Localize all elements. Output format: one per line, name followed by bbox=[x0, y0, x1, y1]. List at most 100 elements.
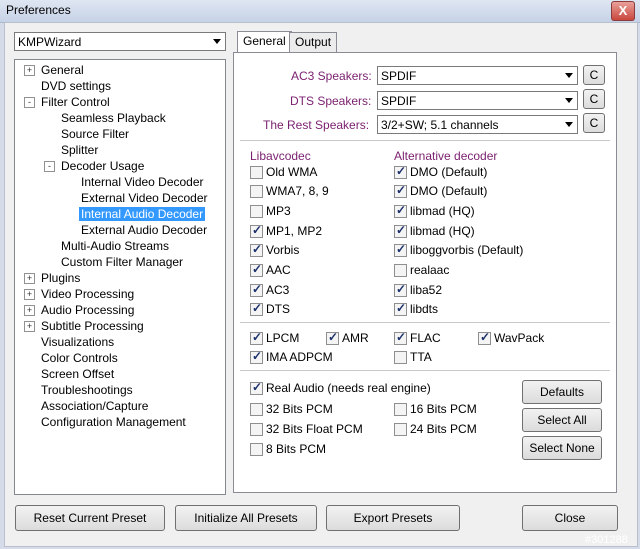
checkbox-box[interactable] bbox=[250, 380, 263, 395]
defaults-button[interactable]: Defaults bbox=[522, 380, 602, 404]
checkbox-label: 32 Bits PCM bbox=[266, 402, 333, 416]
checkbox-box[interactable] bbox=[394, 203, 407, 218]
checkbox-box[interactable] bbox=[394, 264, 407, 277]
checkbox-box[interactable] bbox=[394, 351, 407, 364]
checkbox-box[interactable] bbox=[394, 403, 407, 416]
tree-item-seamless-playback[interactable]: Seamless Playback bbox=[59, 110, 168, 126]
checkbox-box[interactable] bbox=[478, 330, 491, 345]
checkbox-box[interactable] bbox=[326, 330, 339, 345]
tree-item-association-capture[interactable]: Association/Capture bbox=[39, 398, 150, 414]
checkbox-box[interactable] bbox=[394, 164, 407, 179]
checkbox-label: libdts bbox=[410, 302, 439, 316]
rest-speakers-select[interactable]: 3/2+SW; 5.1 channels bbox=[377, 115, 578, 134]
tree-item-configuration-management[interactable]: Configuration Management bbox=[39, 414, 188, 430]
tree-item-internal-video-decoder[interactable]: Internal Video Decoder bbox=[79, 174, 206, 190]
checkbox-box[interactable] bbox=[394, 330, 407, 345]
tree-item-audio-processing[interactable]: + Audio Processing bbox=[24, 302, 136, 318]
close-button[interactable]: Close bbox=[522, 505, 618, 531]
expand-icon[interactable]: + bbox=[24, 65, 35, 76]
checkbox-label: liba52 bbox=[410, 283, 443, 297]
tree-item-source-filter[interactable]: Source Filter bbox=[59, 126, 131, 142]
dts-speakers-config-button[interactable]: C bbox=[583, 89, 605, 109]
checkbox-box[interactable] bbox=[394, 301, 407, 316]
collapse-icon[interactable]: - bbox=[44, 161, 55, 172]
checkbox-box[interactable] bbox=[250, 262, 263, 277]
tree-item-plugins[interactable]: + Plugins bbox=[24, 270, 82, 286]
tree-item-label: Screen Offset bbox=[41, 367, 115, 381]
expand-icon[interactable]: + bbox=[24, 321, 35, 332]
checkbox-box[interactable] bbox=[250, 223, 263, 238]
checkbox-box[interactable] bbox=[250, 330, 263, 345]
checkbox-box[interactable] bbox=[250, 242, 263, 257]
checkbox-box[interactable] bbox=[250, 185, 263, 198]
checkbox-box[interactable] bbox=[250, 423, 263, 436]
tree-item-decoder-usage[interactable]: - Decoder Usage bbox=[44, 158, 146, 174]
checkbox-label: liboggvorbis (Default) bbox=[410, 243, 524, 257]
initialize-all-presets-button[interactable]: Initialize All Presets bbox=[175, 505, 317, 531]
expand-icon[interactable]: + bbox=[24, 305, 35, 316]
checkbox-box[interactable] bbox=[394, 223, 407, 238]
select-none-button[interactable]: Select None bbox=[522, 436, 602, 460]
chevron-down-icon bbox=[565, 122, 573, 127]
rest-speakers-config-button[interactable]: C bbox=[583, 113, 605, 133]
dts-speakers-select[interactable]: SPDIF bbox=[377, 91, 578, 110]
tree-item-screen-offset[interactable]: Screen Offset bbox=[39, 366, 116, 382]
checkbox-box[interactable] bbox=[250, 403, 263, 416]
close-window-button[interactable]: X bbox=[611, 1, 635, 21]
tree-item-internal-audio-decoder[interactable]: Internal Audio Decoder bbox=[79, 206, 206, 222]
tree-item-external-video-decoder[interactable]: External Video Decoder bbox=[79, 190, 210, 206]
tree-item-external-audio-decoder[interactable]: External Audio Decoder bbox=[79, 222, 209, 238]
checkbox-box[interactable] bbox=[250, 205, 263, 218]
tree-item-visualizations[interactable]: Visualizations bbox=[39, 334, 116, 350]
checkbox-label: AMR bbox=[342, 331, 369, 345]
separator bbox=[240, 370, 610, 371]
expand-icon[interactable]: + bbox=[24, 289, 35, 300]
select-all-button[interactable]: Select All bbox=[522, 408, 602, 432]
checkbox-box[interactable] bbox=[250, 282, 263, 297]
checkbox-box[interactable] bbox=[394, 282, 407, 297]
tree-item-dvd-settings[interactable]: DVD settings bbox=[39, 78, 113, 94]
collapse-icon[interactable]: - bbox=[24, 97, 35, 108]
tree-item-troubleshootings[interactable]: Troubleshootings bbox=[39, 382, 135, 398]
ac3-speakers-select[interactable]: SPDIF bbox=[377, 66, 578, 85]
tree-item-multi-audio-streams[interactable]: Multi-Audio Streams bbox=[59, 238, 171, 254]
checkbox-label: 8 Bits PCM bbox=[266, 442, 327, 456]
tree-item-subtitle-processing[interactable]: + Subtitle Processing bbox=[24, 318, 146, 334]
tree-item-label: Video Processing bbox=[41, 287, 135, 301]
checkbox-box[interactable] bbox=[250, 301, 263, 316]
checkbox-label: Vorbis bbox=[266, 243, 300, 257]
checkbox-box[interactable] bbox=[250, 443, 263, 456]
tree-item-label: External Audio Decoder bbox=[81, 223, 208, 237]
tree-item-color-controls[interactable]: Color Controls bbox=[39, 350, 120, 366]
reset-current-preset-button[interactable]: Reset Current Preset bbox=[15, 505, 165, 531]
checkbox-box[interactable] bbox=[394, 183, 407, 198]
tree-item-splitter[interactable]: Splitter bbox=[59, 142, 100, 158]
checkbox-box[interactable] bbox=[250, 166, 263, 179]
ac3-speakers-label: AC3 Speakers: bbox=[291, 69, 372, 83]
settings-tree[interactable]: + General DVD settings - Filter Control Se… bbox=[14, 59, 226, 495]
export-presets-button[interactable]: Export Presets bbox=[326, 505, 460, 531]
tree-item-general[interactable]: + General bbox=[24, 62, 86, 78]
expand-icon[interactable]: + bbox=[24, 273, 35, 284]
tree-item-label: Configuration Management bbox=[41, 415, 186, 429]
ac3-speakers-config-button[interactable]: C bbox=[583, 65, 605, 85]
checkbox-label: MP3 bbox=[266, 204, 291, 218]
tab-general[interactable]: General bbox=[237, 31, 292, 53]
tree-item-label: Splitter bbox=[61, 143, 99, 157]
tree-item-label: Plugins bbox=[41, 271, 81, 285]
alternative-decoder-header: Alternative decoder bbox=[394, 149, 498, 163]
checkbox-box[interactable] bbox=[250, 349, 263, 364]
checkbox-box[interactable] bbox=[394, 242, 407, 257]
tree-item-video-processing[interactable]: + Video Processing bbox=[24, 286, 136, 302]
preset-select[interactable]: KMPWizard bbox=[14, 32, 226, 51]
tree-item-custom-filter-manager[interactable]: Custom Filter Manager bbox=[59, 254, 185, 270]
checkbox-label: DMO (Default) bbox=[410, 165, 488, 179]
title-bar[interactable]: Preferences X bbox=[0, 0, 640, 23]
tree-item-label: Internal Audio Decoder bbox=[79, 207, 206, 221]
chevron-down-icon bbox=[213, 39, 221, 44]
tree-item-label: DVD settings bbox=[41, 79, 112, 93]
tab-output[interactable]: Output bbox=[289, 32, 338, 52]
checkbox-box[interactable] bbox=[394, 423, 407, 436]
tree-item-label: Seamless Playback bbox=[61, 111, 166, 125]
tree-item-filter-control[interactable]: - Filter Control bbox=[24, 94, 112, 110]
